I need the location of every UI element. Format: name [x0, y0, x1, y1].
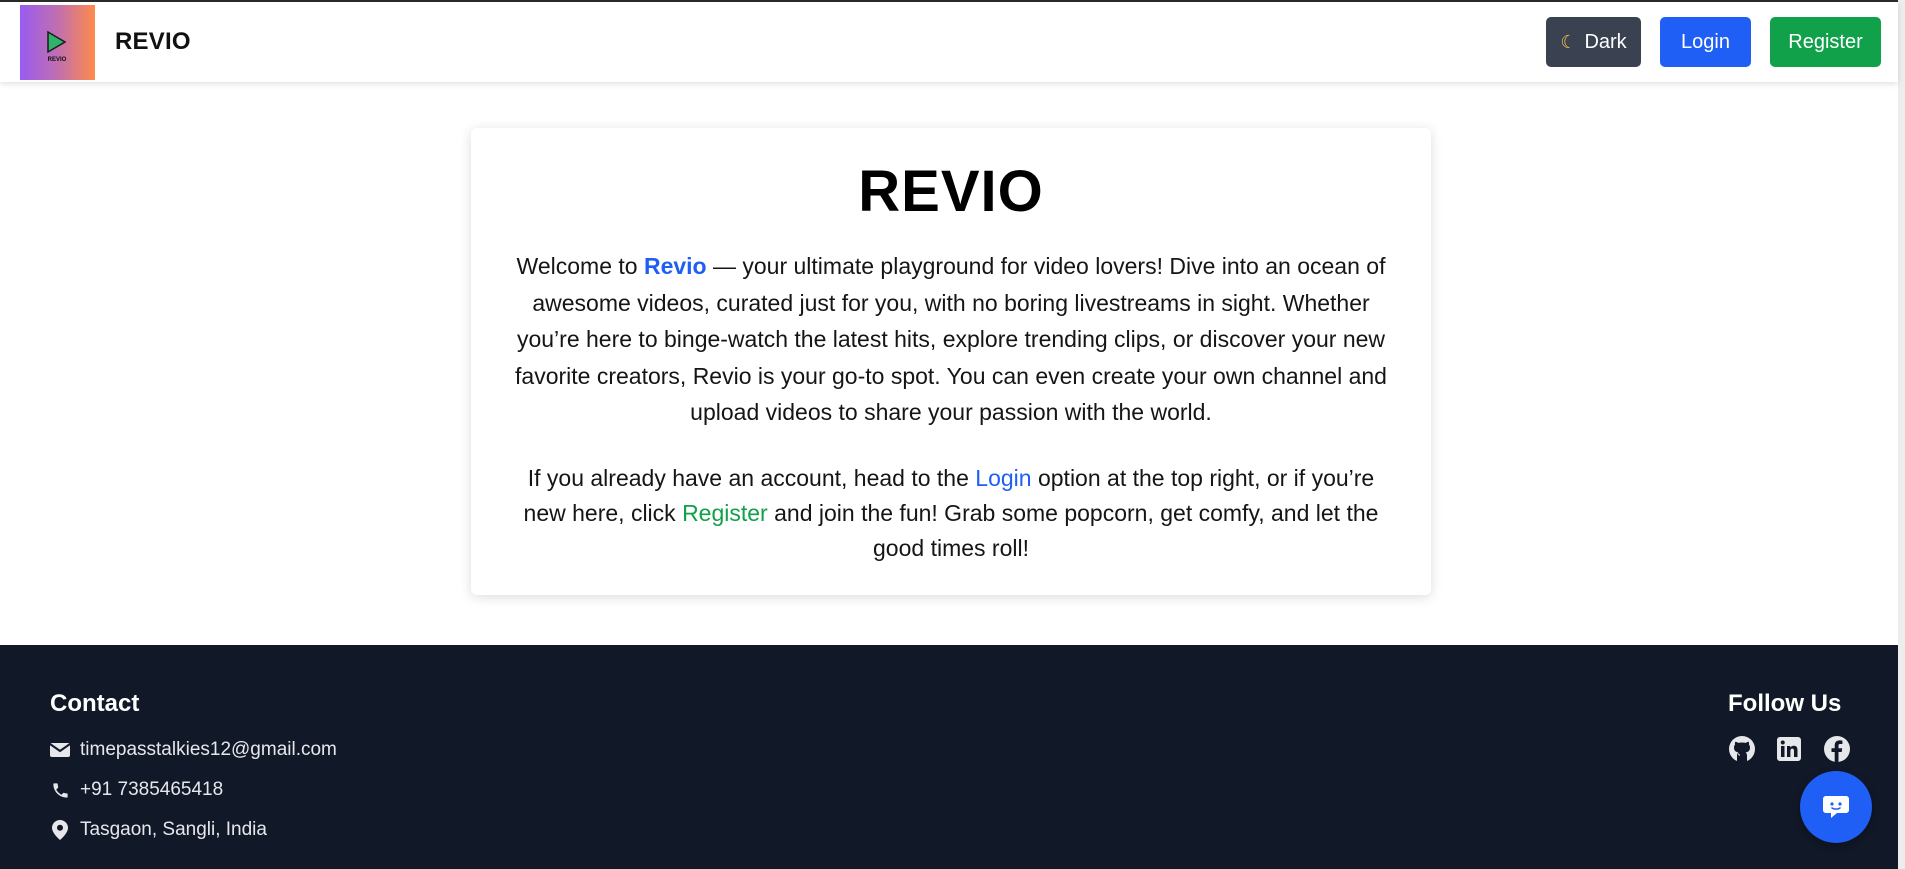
inline-login-link[interactable]: Login [975, 465, 1031, 491]
account-text-end: and join the fun! Grab some popcorn, get… [767, 500, 1379, 561]
account-text-start: If you already have an account, head to … [527, 465, 976, 491]
revio-link[interactable]: Revio [644, 253, 707, 279]
location-text: Tasgaon, Sangli, India [80, 819, 267, 840]
brand-name[interactable]: REVIO [115, 28, 191, 56]
revio-logo[interactable]: REVIO [20, 5, 95, 80]
hero-title: REVIO [858, 159, 1044, 224]
linkedin-icon[interactable] [1775, 735, 1803, 763]
page-scrollbar[interactable] [1898, 0, 1905, 869]
contact-location: Tasgaon, Sangli, India [50, 817, 267, 843]
welcome-text-start: Welcome to [516, 253, 644, 279]
svg-text:REVIO: REVIO [48, 57, 67, 63]
chat-bot-button[interactable] [1800, 771, 1872, 843]
contact-phone: +91 7385465418 [50, 777, 223, 803]
navbar: REVIO REVIO ☾ Dark Login Register [0, 2, 1898, 82]
phone-icon [50, 780, 70, 800]
facebook-icon[interactable] [1823, 735, 1851, 763]
welcome-card: REVIO Welcome to Revio — your ultimate p… [471, 128, 1431, 595]
contact-email: timepasstalkies12@gmail.com [50, 737, 337, 763]
inline-register-link[interactable]: Register [682, 500, 768, 526]
moon-icon: ☾ [1560, 31, 1577, 52]
envelope-icon [50, 740, 70, 760]
phone-text[interactable]: +91 7385465418 [80, 779, 223, 801]
chat-icon [1823, 796, 1849, 818]
welcome-paragraph: Welcome to Revio — your ultimate playgro… [506, 248, 1396, 431]
login-button[interactable]: Login [1660, 17, 1751, 67]
email-text[interactable]: timepasstalkies12@gmail.com [80, 739, 337, 761]
dark-mode-toggle-button[interactable]: ☾ Dark [1546, 17, 1641, 67]
contact-heading: Contact [50, 690, 140, 717]
github-icon[interactable] [1728, 735, 1756, 763]
play-logo-icon: REVIO [47, 30, 67, 63]
map-pin-icon [50, 820, 70, 840]
register-button[interactable]: Register [1770, 17, 1881, 67]
dark-mode-label: Dark [1584, 30, 1627, 53]
account-paragraph: If you already have an account, head to … [506, 461, 1396, 566]
footer: Contact timepasstalkies12@gmail.com +91 … [0, 645, 1898, 869]
follow-heading: Follow Us [1728, 690, 1842, 717]
